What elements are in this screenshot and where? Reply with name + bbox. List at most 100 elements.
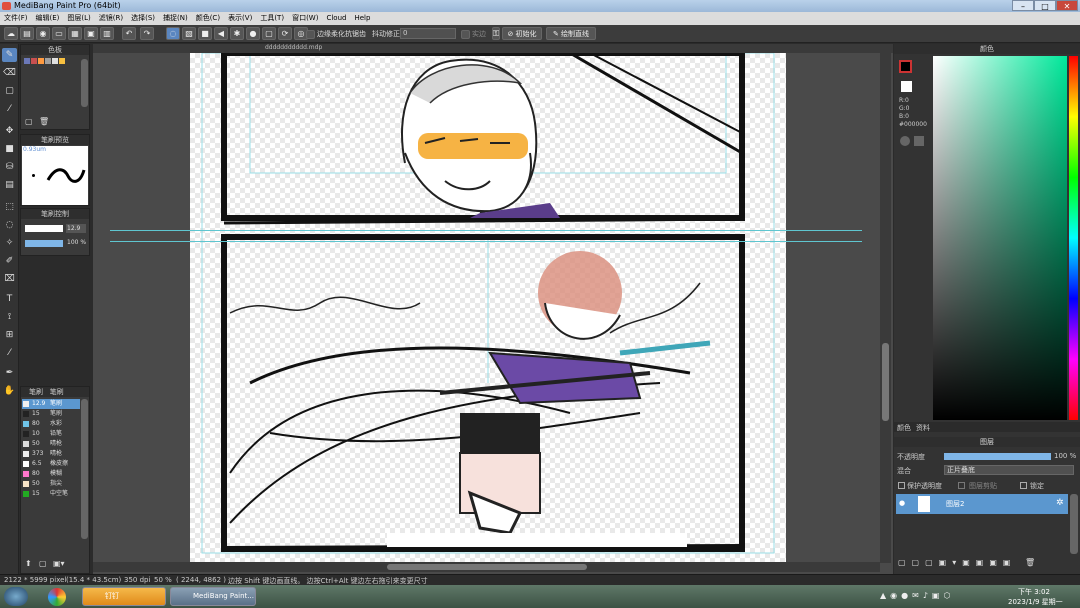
eraser-tool-icon[interactable]: ⌫ [2,66,17,80]
antialias-checkbox[interactable] [306,30,315,39]
brush-size-value[interactable]: 12.9 [66,224,86,233]
stroke-checkbox[interactable] [461,30,470,39]
vertical-scroll-thumb[interactable] [882,343,889,421]
brush-list-item[interactable]: 373 晴枪 [22,449,80,459]
horizontal-scroll-thumb[interactable] [387,564,587,570]
square-icon[interactable]: ▢ [262,27,276,40]
eye-icon[interactable]: ● [899,499,905,507]
background-color-swatch[interactable] [901,81,912,92]
brush-list-item[interactable]: 50 晴枪 [22,439,80,449]
brush-menu-icon[interactable]: ▣▾ [53,559,65,568]
palette-swatch[interactable] [38,58,44,64]
brush-list-item[interactable]: 80 水彩 [22,419,80,429]
layer-settings-icon[interactable]: ✲ [1056,498,1064,508]
clipping-checkbox[interactable] [958,482,965,489]
layer-scrollbar[interactable] [1070,494,1078,554]
brush-list-item[interactable]: 12.9 笔刷 [22,399,80,409]
palette-swatch[interactable] [24,58,30,64]
palette-scrollbar[interactable] [81,59,88,107]
move-tool-icon[interactable]: ✥ [2,124,17,138]
color-wheel-icon[interactable] [900,136,910,146]
left-arrow-icon[interactable]: ◀ [214,27,228,40]
bucket-tool-icon[interactable]: ⛁ [2,160,17,174]
export-icon[interactable]: ▣ [84,27,98,40]
palette-swatch[interactable] [59,58,65,64]
menu-file[interactable]: 文件(F) [0,12,32,24]
tray-icons[interactable]: ▲◉●✉♪▣⬡ [880,591,954,600]
close-button[interactable]: ✕ [1056,0,1078,11]
brush-list-item[interactable]: 15 中空笔 [22,489,80,499]
horizontal-scrollbar[interactable] [93,562,880,572]
protect-alpha-checkbox[interactable] [898,482,905,489]
chrome-icon[interactable] [48,588,66,606]
brush-list-item[interactable]: 6.5 橡皮擦 [22,459,80,469]
select-eraser-icon[interactable]: ⌧ [2,272,17,286]
palette-swatch[interactable] [45,58,51,64]
gradient-tool-icon[interactable]: ▤ [2,178,17,192]
undo-icon[interactable]: ↶ [122,27,136,40]
vertical-scrollbar[interactable] [880,53,891,563]
taskbar-app-dingtalk[interactable]: 钉钉 [82,587,166,606]
brush-opacity-slider[interactable] [25,240,63,247]
hand-tool-icon[interactable]: ✋ [2,384,17,398]
delete-swatch-icon[interactable]: 🗑 [39,117,49,126]
brush-up-icon[interactable]: ⬆ [25,559,32,568]
menu-edit[interactable]: 编辑(E) [32,12,64,24]
lock-icon[interactable]: ⚿ [492,27,500,40]
tab-color[interactable]: 颜色 [897,423,911,433]
lock-checkbox[interactable] [1020,482,1027,489]
frame-tool-icon[interactable]: ⟟ [2,310,17,324]
menu-select[interactable]: 选择(S) [127,12,159,24]
brush-list-item[interactable]: 80 模糊 [22,469,80,479]
hue-slider[interactable] [1069,56,1078,420]
menu-view[interactable]: 表示(V) [224,12,256,24]
palette-swatch[interactable] [31,58,37,64]
panel-mode-icon[interactable]: ▧ [182,27,196,40]
brush-list-scrollbar[interactable] [81,399,88,539]
stabilizer-select[interactable]: 0 [400,28,456,39]
select-mode-icon[interactable]: ◌ [166,27,180,40]
maximize-button[interactable]: □ [1034,0,1056,11]
brush-tool-icon[interactable]: ⁄ [2,102,17,116]
save-icon[interactable]: ▦ [68,27,82,40]
menu-help[interactable]: Help [350,13,374,23]
palette-swatch[interactable] [52,58,58,64]
shape-tool-icon[interactable]: ▢ [2,84,17,98]
init-button[interactable]: ⊘ 初始化 [502,27,542,40]
magic-wand-icon[interactable]: ✧ [2,236,17,250]
blend-mode-select[interactable]: 正片叠底 [944,465,1074,475]
brush-list-item[interactable]: 15 笔刷 [22,409,80,419]
lasso-tool-icon[interactable]: ◌ [2,218,17,232]
new-file-icon[interactable]: ▤ [20,27,34,40]
menu-layer[interactable]: 图层(L) [63,12,94,24]
menu-color[interactable]: 颜色(C) [192,12,224,24]
select-pen-icon[interactable]: ✐ [2,254,17,268]
brush-list-item[interactable]: 50 指尖 [22,479,80,489]
color-picker-field[interactable] [933,56,1067,420]
pen-small-icon[interactable]: ✒ [2,366,17,380]
open-icon[interactable]: ▭ [52,27,66,40]
text-tool-icon[interactable]: T [2,292,17,306]
menu-cloud[interactable]: Cloud [322,13,350,23]
cloud-icon[interactable]: ☁ [4,27,18,40]
taskbar-app-medibang[interactable]: MediBang Paint... [170,587,256,606]
start-button[interactable] [4,587,28,606]
layer-toolbar[interactable]: ▢▢▢▣▾▣▣▣▣ 🗑 [898,558,1041,567]
chat-icon[interactable]: ◉ [36,27,50,40]
brush-size-slider[interactable] [25,225,63,232]
draw-line-button[interactable]: ✎ 绘制直线 [546,27,596,40]
minimize-button[interactable]: – [1012,0,1034,11]
document-tab[interactable]: ddddddddddd.mdp [265,44,322,51]
layer-opacity-slider[interactable] [944,453,1051,460]
menu-window[interactable]: 窗口(W) [288,12,322,24]
rect-tool-icon[interactable]: ■ [2,142,17,156]
brush-add-icon[interactable]: ▢ [39,559,47,568]
brush-list-item[interactable]: 10 铅笔 [22,429,80,439]
redo-icon[interactable]: ↷ [140,27,154,40]
rotate-icon[interactable]: ⟳ [278,27,292,40]
circle-icon[interactable]: ● [246,27,260,40]
menu-snap[interactable]: 捕捉(N) [159,12,192,24]
print-icon[interactable]: ▥ [100,27,114,40]
marquee-tool-icon[interactable]: ⬚ [2,200,17,214]
eyedropper-icon[interactable]: ⁄ [2,346,17,360]
